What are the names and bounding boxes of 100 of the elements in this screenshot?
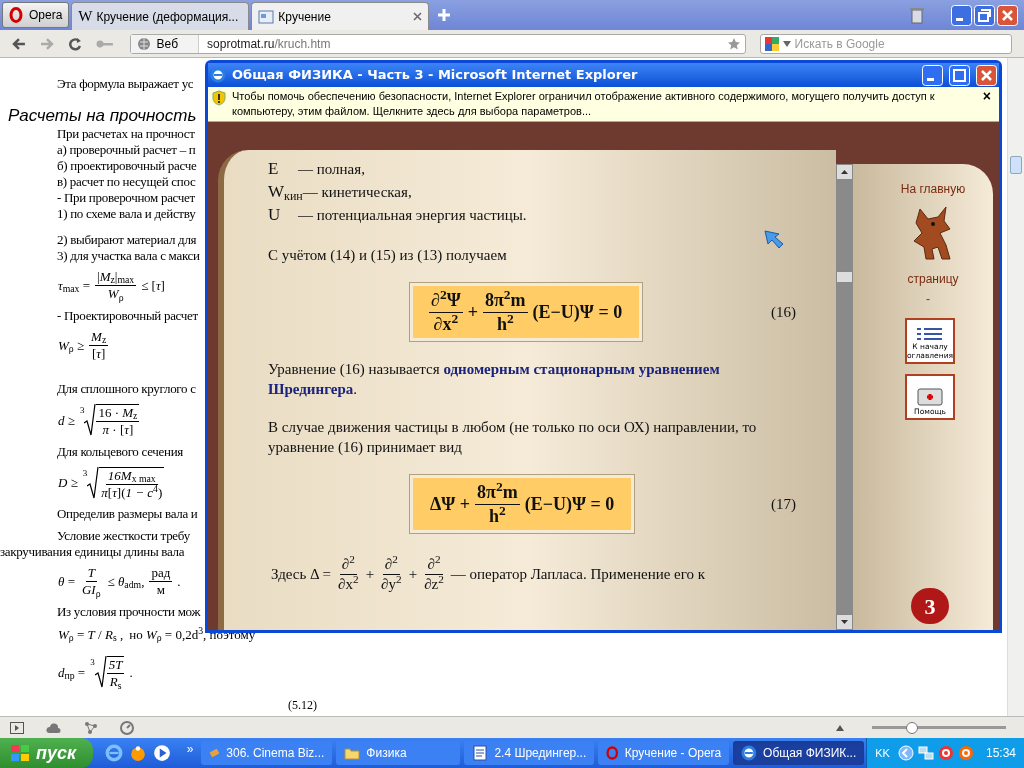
numerator-text: ∂$^{2}$ (425, 555, 443, 575)
minimize-icon[interactable] (951, 5, 972, 26)
taskbar-button[interactable]: Кручение - Opera (598, 741, 730, 765)
formula-text: d ≥ (58, 411, 75, 430)
taskbar-button[interactable]: 306. Cinema Biz... (201, 741, 333, 765)
paragraph-text: 2) выбирают материал для (57, 232, 197, 248)
dash-text: - (925, 291, 930, 308)
menu-button[interactable]: Opera (2, 2, 70, 28)
cloud-icon[interactable] (46, 722, 62, 733)
formula-text: — оператор Лапласа. Применение его к (450, 565, 706, 584)
browser-tab[interactable]: W Кручение (деформация... (71, 2, 250, 30)
site-label: Веб (156, 35, 180, 53)
warning-shield-icon (212, 90, 226, 106)
paragraph-text: Из условия прочности мож (57, 603, 201, 620)
paragraph-text: Определив размеры вала и (57, 506, 198, 522)
chevron-left-icon[interactable] (897, 745, 914, 761)
e-logo-icon[interactable] (104, 744, 123, 762)
denominator-text: ∂x$^{2}$ (337, 574, 360, 594)
back-arrow-icon[interactable] (12, 36, 26, 51)
browser-tab[interactable]: Кручение (251, 2, 430, 30)
down-arrow-icon (841, 620, 848, 624)
restore-icon[interactable] (974, 5, 995, 26)
apple-icon[interactable]: 3 (911, 588, 949, 624)
zoom-slider-thumb[interactable] (906, 721, 919, 734)
minimize-icon[interactable] (922, 64, 943, 86)
close-icon[interactable]: × (978, 89, 995, 104)
definition-text: — полная, (298, 160, 365, 179)
numerator-text: рад (149, 565, 173, 583)
denominator-text: R$_{s}$ (108, 674, 123, 691)
paragraph-text: В случае движения частицы в любом (не только по оси ОХ) направлении, то уравнение (16) принимает вид (268, 418, 758, 457)
paragraph-text: Для кольцевого сечения (57, 443, 183, 460)
more-chevron[interactable]: » (186, 740, 194, 758)
formula-text: ≤ θ$_{adm}$, (107, 573, 145, 592)
denominator-text: [τ] (91, 345, 107, 362)
site-info-button[interactable]: Веб (130, 34, 200, 53)
numerator-text: 8π$^{2}$m (475, 481, 520, 505)
taskbar-button[interactable]: Общая ФИЗИК... (733, 741, 865, 765)
denominator-text: ∂y$^{2}$ (380, 574, 403, 594)
content-scrollbar[interactable] (836, 164, 853, 630)
list-icon (915, 326, 945, 342)
formula-text: но W$_{ρ}$ = 0,2d$^{3}$, поэтому (129, 624, 256, 644)
computers-icon[interactable] (917, 745, 934, 761)
paragraph-text: закручивания единицы длины вала (0, 544, 185, 560)
formula-text: τ$_{max}$ = (58, 277, 91, 296)
scrollbar-thumb[interactable] (1010, 156, 1022, 174)
close-icon[interactable] (413, 12, 423, 21)
home-link[interactable]: На главную (880, 180, 966, 198)
root-index: 3 (82, 466, 88, 480)
home-link[interactable]: страницу (887, 270, 959, 288)
plus-icon[interactable] (437, 8, 452, 22)
paragraph-text: С учётом (14) и (15) из (13) получаем (268, 246, 508, 265)
taskbar-button[interactable]: Физика (336, 741, 461, 765)
address-field[interactable]: Веб soprotmat.ru/kruch.htm (129, 33, 746, 54)
formula-text: + (365, 565, 375, 584)
network-icon[interactable] (84, 720, 98, 735)
target-icon[interactable] (937, 745, 954, 761)
equation-number: (16) (771, 302, 796, 322)
numerator-text: 5T (106, 657, 125, 675)
numerator-text: ∂$^{2}$ (382, 555, 400, 575)
info-bar[interactable]: Чтобы помочь обеспечению безопасности, Internet Explorer ограничил отображение активного содержимого, могущего получить доступ к компьютеру, этим файлом. Щелкните здесь для выбора параметров... × (208, 87, 999, 122)
scroll-down-button[interactable] (836, 614, 853, 630)
folder-icon (344, 745, 361, 761)
scroll-up-button[interactable] (836, 164, 853, 180)
maximize-icon[interactable] (949, 64, 970, 86)
numerator-text: T (85, 565, 97, 583)
play-icon[interactable] (152, 744, 171, 762)
denominator-text: ∂z$^{2}$ (423, 574, 445, 594)
scrollbar-thumb[interactable] (836, 271, 853, 283)
panel-toggle-icon[interactable] (10, 721, 24, 734)
google-logo-icon (764, 36, 779, 51)
equation-number: (5.12) (288, 697, 317, 712)
caret-icon[interactable] (836, 724, 844, 731)
page-scrollbar[interactable] (1007, 58, 1024, 716)
info-bar-message: Чтобы помочь обеспечению безопасности, Internet Explorer ограничил отображение активного содержимого, могущего получить доступ к компьютеру, этим файлом. Щелкните здесь для выбора параметров... (232, 89, 936, 119)
speedometer-icon[interactable] (120, 720, 134, 735)
root-index: 3 (79, 404, 85, 417)
definition-text: — потенциальная энергия частицы. (298, 206, 527, 225)
section-heading: Расчеты на прочность (8, 106, 197, 126)
denominator-text: м (155, 582, 166, 599)
sphere-icon[interactable] (128, 744, 147, 762)
trash-icon[interactable] (909, 6, 925, 24)
root-index: 3 (90, 656, 95, 669)
numerator-text: 16 · M$_{z}$ (96, 405, 140, 423)
numerator-text: 16M$_{x max}$ (105, 467, 158, 485)
search-input[interactable]: Искать в Google (794, 34, 1007, 53)
paragraph-text: б) проектировочный расче (57, 158, 197, 174)
star-icon[interactable] (726, 36, 741, 51)
paragraph-text: При расчетах на прочност (57, 126, 195, 142)
up-arrow-icon (841, 170, 848, 174)
paragraph-text: а) проверочный расчет – п (57, 142, 196, 158)
formula-text: d$_{пр}$ = (58, 663, 86, 682)
document-icon (472, 745, 489, 761)
reload-icon[interactable] (67, 36, 82, 51)
swirl-icon[interactable] (957, 745, 974, 761)
formula-text: ΔΨ + (430, 492, 471, 516)
denominator-text: W$_{ρ}$ (106, 286, 125, 303)
search-field[interactable]: Искать в Google (759, 33, 1012, 54)
denominator-text: ∂x$^{2}$ (432, 312, 460, 335)
caret-icon[interactable] (782, 40, 791, 47)
taskbar-button[interactable]: 2.4 Шредингер... (464, 741, 595, 765)
